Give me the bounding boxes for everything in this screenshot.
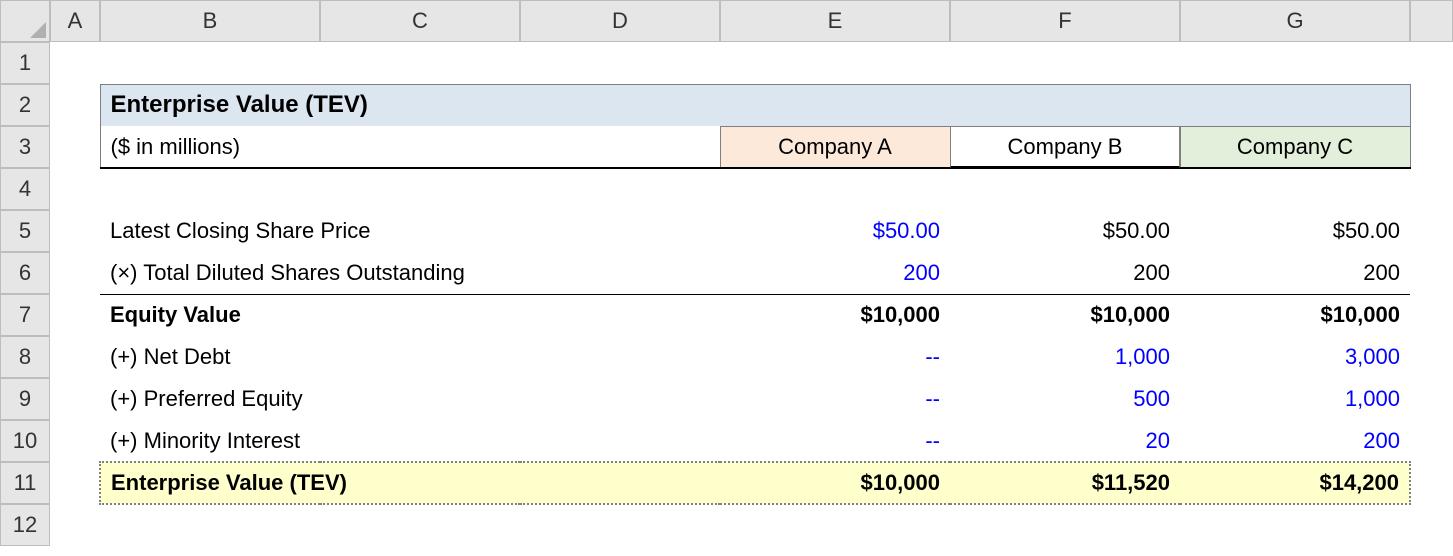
val-minority-c[interactable]: 200 — [1180, 420, 1410, 462]
label-tev[interactable]: Enterprise Value (TEV) — [100, 462, 720, 504]
colh-e[interactable]: E — [720, 0, 950, 42]
subtitle-cell[interactable]: ($ in millions) — [100, 126, 720, 168]
val-netdebt-b[interactable]: 1,000 — [950, 336, 1180, 378]
row-hdr-2[interactable]: 2 — [0, 84, 50, 126]
val-tev-a[interactable]: $10,000 — [720, 462, 950, 504]
val-pref-b[interactable]: 500 — [950, 378, 1180, 420]
row-hdr-1[interactable]: 1 — [0, 42, 50, 84]
val-shares-a[interactable]: 200 — [720, 252, 950, 294]
val-pref-c[interactable]: 1,000 — [1180, 378, 1410, 420]
val-equity-b[interactable]: $10,000 — [950, 294, 1180, 336]
val-minority-b[interactable]: 20 — [950, 420, 1180, 462]
hdr-company-c[interactable]: Company C — [1180, 126, 1410, 168]
val-share-price-a[interactable]: $50.00 — [720, 210, 950, 252]
corner-cell[interactable] — [0, 0, 50, 42]
row-hdr-12[interactable]: 12 — [0, 504, 50, 546]
row-hdr-8[interactable]: 8 — [0, 336, 50, 378]
label-equity[interactable]: Equity Value — [100, 294, 720, 336]
val-share-price-c[interactable]: $50.00 — [1180, 210, 1410, 252]
val-tev-b[interactable]: $11,520 — [950, 462, 1180, 504]
val-minority-a[interactable]: -- — [720, 420, 950, 462]
title-cell[interactable]: Enterprise Value (TEV) — [100, 84, 1410, 126]
colh-b[interactable]: B — [100, 0, 320, 42]
label-share-price[interactable]: Latest Closing Share Price — [100, 210, 720, 252]
label-pref[interactable]: (+) Preferred Equity — [100, 378, 720, 420]
colh-c[interactable]: C — [320, 0, 520, 42]
row-hdr-11[interactable]: 11 — [0, 462, 50, 504]
val-share-price-b[interactable]: $50.00 — [950, 210, 1180, 252]
hdr-company-b-overlay[interactable]: Company B — [950, 126, 1180, 168]
colh-g[interactable]: G — [1180, 0, 1410, 42]
label-shares[interactable]: (×) Total Diluted Shares Outstanding — [100, 252, 720, 294]
colh-f[interactable]: F — [950, 0, 1180, 42]
row-hdr-7[interactable]: 7 — [0, 294, 50, 336]
colh-blank[interactable] — [1410, 0, 1453, 42]
val-shares-c[interactable]: 200 — [1180, 252, 1410, 294]
colh-a[interactable]: A — [50, 0, 100, 42]
row-hdr-10[interactable]: 10 — [0, 420, 50, 462]
val-netdebt-a[interactable]: -- — [720, 336, 950, 378]
val-netdebt-c[interactable]: 3,000 — [1180, 336, 1410, 378]
val-shares-b[interactable]: 200 — [950, 252, 1180, 294]
row-hdr-3[interactable]: 3 — [0, 126, 50, 168]
row-hdr-6[interactable]: 6 — [0, 252, 50, 294]
label-minority[interactable]: (+) Minority Interest — [100, 420, 720, 462]
row-hdr-9[interactable]: 9 — [0, 378, 50, 420]
row-hdr-4[interactable]: 4 — [0, 168, 50, 210]
hdr-company-a[interactable]: Company A — [720, 126, 950, 168]
val-equity-c[interactable]: $10,000 — [1180, 294, 1410, 336]
val-pref-a[interactable]: -- — [720, 378, 950, 420]
data-table: Enterprise Value (TEV) ($ in millions) C… — [50, 42, 1411, 546]
colh-d[interactable]: D — [520, 0, 720, 42]
val-tev-c[interactable]: $14,200 — [1180, 462, 1410, 504]
val-equity-a[interactable]: $10,000 — [720, 294, 950, 336]
label-netdebt[interactable]: (+) Net Debt — [100, 336, 720, 378]
row-hdr-5[interactable]: 5 — [0, 210, 50, 252]
